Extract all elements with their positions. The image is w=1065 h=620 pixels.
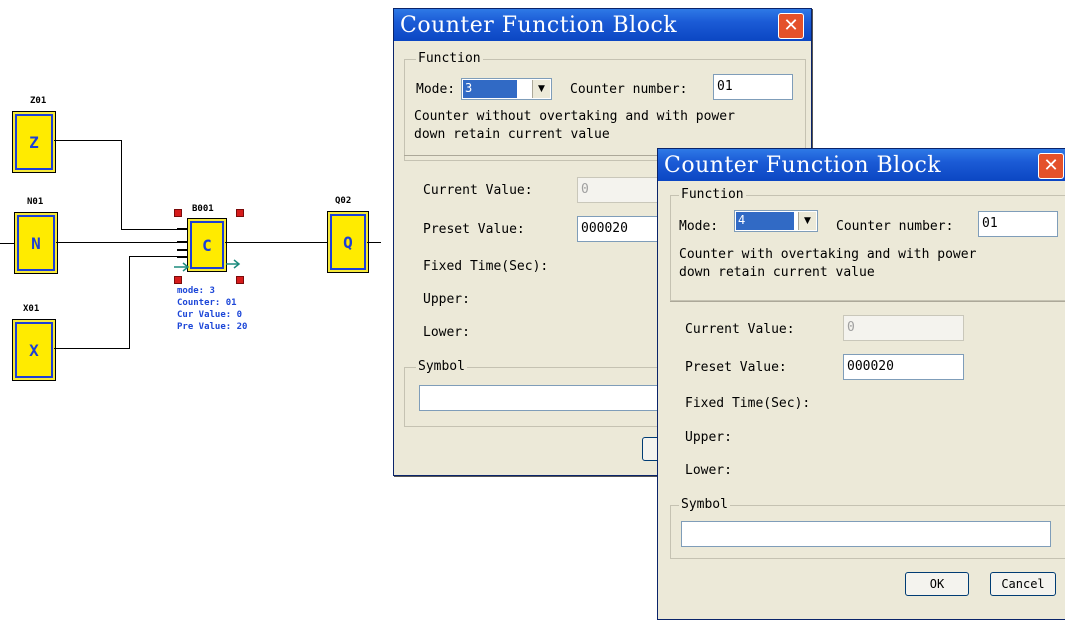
preset-value-label: Preset Value:: [685, 360, 787, 375]
preset-value-field[interactable]: 000020: [577, 216, 667, 242]
mode-select[interactable]: 4 ▼: [734, 210, 818, 232]
chevron-down-icon[interactable]: ▼: [532, 80, 550, 98]
symbol-legend: Symbol: [679, 497, 730, 512]
current-value-field: 0: [843, 315, 964, 341]
dialog-title: Counter Function Block: [664, 153, 942, 178]
mode-select[interactable]: 3 ▼: [461, 78, 552, 100]
block-info-preset: Pre Value: 20: [177, 322, 248, 332]
counter-number-field[interactable]: 01: [713, 74, 793, 100]
cancel-button[interactable]: Cancel: [990, 572, 1056, 596]
chevron-down-icon[interactable]: ▼: [798, 212, 816, 230]
current-value-label: Current Value:: [685, 322, 795, 337]
block-label-q02: Q02: [335, 196, 352, 206]
symbol-legend: Symbol: [416, 359, 467, 374]
mode-selected-value: 3: [463, 80, 517, 98]
resize-handle-icon[interactable]: [174, 209, 182, 217]
resize-handle-icon[interactable]: [236, 209, 244, 217]
fixed-time-label: Fixed Time(Sec):: [423, 259, 549, 274]
description-line-1: Counter with overtaking and with power: [679, 247, 977, 262]
current-value-label: Current Value:: [423, 183, 533, 198]
block-letter-x: X: [17, 324, 51, 376]
counter-number-label: Counter number:: [836, 219, 954, 234]
description-line-1: Counter without overtaking and with powe…: [414, 109, 735, 124]
block-info-current: Cur Value: 0: [177, 310, 243, 320]
counter-number-label: Counter number:: [570, 82, 688, 97]
function-legend: Function: [416, 51, 483, 66]
block-label-x01: X01: [23, 304, 40, 314]
output-block-q02[interactable]: Q: [327, 211, 369, 273]
block-letter-n: N: [19, 217, 53, 269]
block-info-mode: mode: 3: [177, 286, 215, 296]
block-letter-q: Q: [332, 216, 364, 268]
title-bar[interactable]: Counter Function Block ✕: [658, 149, 1065, 181]
close-icon[interactable]: ✕: [778, 13, 804, 39]
arrow-right-icon: [174, 259, 241, 272]
mode-label: Mode:: [416, 82, 456, 97]
block-label-n01: N01: [27, 197, 44, 207]
fixed-time-label: Fixed Time(Sec):: [685, 396, 811, 411]
upper-label: Upper:: [423, 292, 470, 307]
resize-handle-icon[interactable]: [174, 276, 182, 284]
counter-dialog-front: Counter Function Block ✕ Function Mode: …: [657, 148, 1065, 620]
resize-handle-icon[interactable]: [236, 276, 244, 284]
lower-label: Lower:: [423, 325, 470, 340]
function-block-diagram: Z01 Z N01 N X01 X B001 C mode: 3 Counter…: [0, 0, 390, 420]
input-block-x01[interactable]: X: [12, 319, 56, 381]
separator: [670, 301, 1065, 302]
input-block-n01[interactable]: N: [14, 212, 58, 274]
upper-label: Upper:: [685, 430, 732, 445]
input-block-z01[interactable]: Z: [12, 111, 56, 173]
block-label-b001: B001: [192, 204, 214, 214]
dialog-title: Counter Function Block: [400, 13, 678, 38]
ok-button[interactable]: OK: [905, 572, 969, 596]
block-info-counter: Counter: 01: [177, 298, 237, 308]
lower-label: Lower:: [685, 463, 732, 478]
function-legend: Function: [679, 187, 746, 202]
description-line-2: down retain current value: [679, 265, 875, 280]
counter-number-field[interactable]: 01: [978, 211, 1058, 237]
block-letter-z: Z: [17, 116, 51, 168]
preset-value-label: Preset Value:: [423, 222, 525, 237]
symbol-field[interactable]: [681, 521, 1051, 547]
close-icon[interactable]: ✕: [1038, 153, 1064, 179]
preset-value-field[interactable]: 000020: [843, 354, 964, 380]
block-label-z01: Z01: [30, 96, 47, 106]
mode-label: Mode:: [679, 219, 719, 234]
mode-selected-value: 4: [736, 212, 794, 230]
current-value-field: 0: [577, 177, 667, 203]
description-line-2: down retain current value: [414, 127, 610, 142]
title-bar[interactable]: Counter Function Block ✕: [394, 9, 811, 41]
